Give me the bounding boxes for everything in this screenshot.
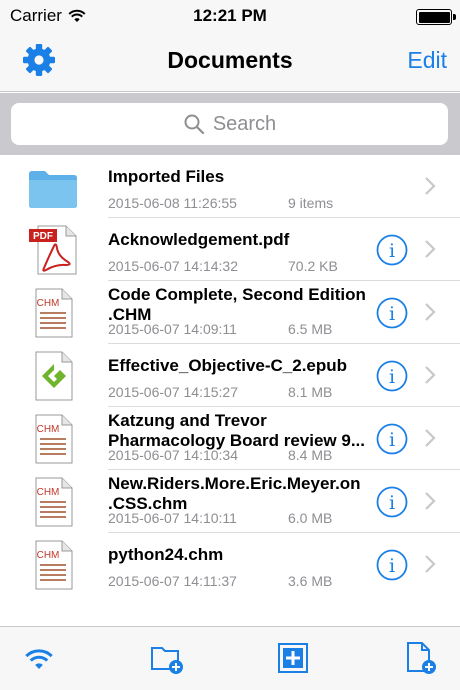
file-meta: 6.5 MB — [288, 321, 333, 337]
list-item[interactable]: CHM New.Riders.More.Eric.Meyer.on .CSS.c… — [0, 470, 460, 533]
list-item[interactable]: PDF Acknowledgement.pdf 2015-06-07 14:14… — [0, 218, 460, 281]
chm-icon-label: CHM — [37, 298, 60, 309]
chevron-right-icon — [425, 555, 436, 573]
file-date: 2015-06-07 14:09:11 — [108, 321, 237, 337]
file-name: python24.chm — [108, 545, 224, 564]
battery-icon — [416, 9, 456, 25]
chm-file-icon: CHM — [35, 288, 73, 338]
file-name: New.Riders.More.Eric.Meyer.on .CSS.chm — [108, 474, 361, 513]
battery-fill — [418, 11, 450, 23]
chm-icon-label: CHM — [37, 487, 60, 498]
pdf-icon-label: PDF — [33, 231, 53, 242]
list-item[interactable]: CHM Code Complete, Second Edition .CHM 2… — [0, 281, 460, 344]
chm-icon-label: CHM — [37, 550, 60, 561]
chm-icon-label: CHM — [37, 424, 60, 435]
edit-button[interactable]: Edit — [407, 47, 447, 74]
new-file-icon[interactable] — [403, 641, 437, 675]
file-name: Effective_Objective-C_2.epub — [108, 356, 348, 375]
info-icon[interactable]: i — [376, 486, 408, 518]
chevron-right-icon — [425, 177, 436, 195]
file-list: Imported Files 2015-06-08 11:26:55 9 ite… — [0, 155, 460, 625]
add-box-icon[interactable] — [276, 641, 310, 675]
wifi-icon[interactable] — [22, 641, 56, 675]
file-meta: 70.2 KB — [288, 258, 338, 274]
search-input[interactable]: Search — [11, 103, 448, 145]
svg-text:i: i — [389, 303, 395, 325]
navigation-bar: Documents Edit — [0, 32, 460, 92]
file-date: 2015-06-07 14:10:34 — [108, 447, 238, 463]
search-bar: Search — [0, 93, 460, 155]
chm-file-icon: CHM — [35, 414, 73, 464]
new-folder-icon[interactable] — [150, 641, 184, 675]
list-item[interactable]: CHM python24.chm 2015-06-07 14:11:37 3.6… — [0, 533, 460, 596]
svg-text:i: i — [389, 366, 395, 388]
file-date: 2015-06-07 14:10:11 — [108, 510, 237, 526]
info-icon[interactable]: i — [376, 297, 408, 329]
status-bar: Carrier 12:21 PM — [0, 0, 460, 32]
page-title: Documents — [167, 47, 293, 73]
list-item[interactable]: CHM Katzung and Trevor Pharmacology Boar… — [0, 407, 460, 470]
file-meta: 9 items — [288, 195, 334, 211]
svg-text:i: i — [389, 429, 395, 451]
svg-text:i: i — [389, 492, 395, 514]
file-meta: 3.6 MB — [288, 573, 333, 589]
file-date: 2015-06-07 14:11:37 — [108, 573, 237, 589]
status-time: 12:21 PM — [193, 6, 267, 25]
chevron-right-icon — [425, 429, 436, 447]
file-name: Acknowledgement.pdf — [108, 230, 290, 249]
info-icon[interactable]: i — [376, 234, 408, 266]
pdf-file-icon: PDF — [29, 225, 77, 275]
chevron-right-icon — [425, 366, 436, 384]
list-item[interactable]: Imported Files 2015-06-08 11:26:55 9 ite… — [0, 155, 460, 218]
file-meta: 8.4 MB — [288, 447, 333, 463]
chevron-right-icon — [425, 492, 436, 510]
chm-file-icon: CHM — [35, 540, 73, 590]
chm-file-icon: CHM — [35, 477, 73, 527]
search-placeholder: Search — [212, 112, 277, 135]
epub-file-icon — [35, 351, 73, 401]
chevron-right-icon — [425, 240, 436, 258]
bottom-toolbar — [0, 626, 460, 690]
svg-text:i: i — [389, 240, 395, 262]
file-name: Code Complete, Second Edition .CHM — [108, 285, 366, 324]
file-meta: 8.1 MB — [288, 384, 333, 400]
info-icon[interactable]: i — [376, 360, 408, 392]
file-date: 2015-06-07 14:14:32 — [108, 258, 238, 274]
file-name: Imported Files — [108, 167, 225, 186]
chevron-right-icon — [425, 303, 436, 321]
info-icon[interactable]: i — [376, 549, 408, 581]
file-date: 2015-06-08 11:26:55 — [108, 195, 237, 211]
svg-text:i: i — [389, 555, 395, 577]
folder-icon — [29, 171, 77, 208]
file-meta: 6.0 MB — [288, 510, 333, 526]
list-item[interactable]: Effective_Objective-C_2.epub 2015-06-07 … — [0, 344, 460, 407]
info-icon[interactable]: i — [376, 423, 408, 455]
file-date: 2015-06-07 14:15:27 — [108, 384, 238, 400]
file-name: Katzung and Trevor Pharmacology Board re… — [108, 411, 365, 450]
search-icon — [184, 114, 204, 135]
